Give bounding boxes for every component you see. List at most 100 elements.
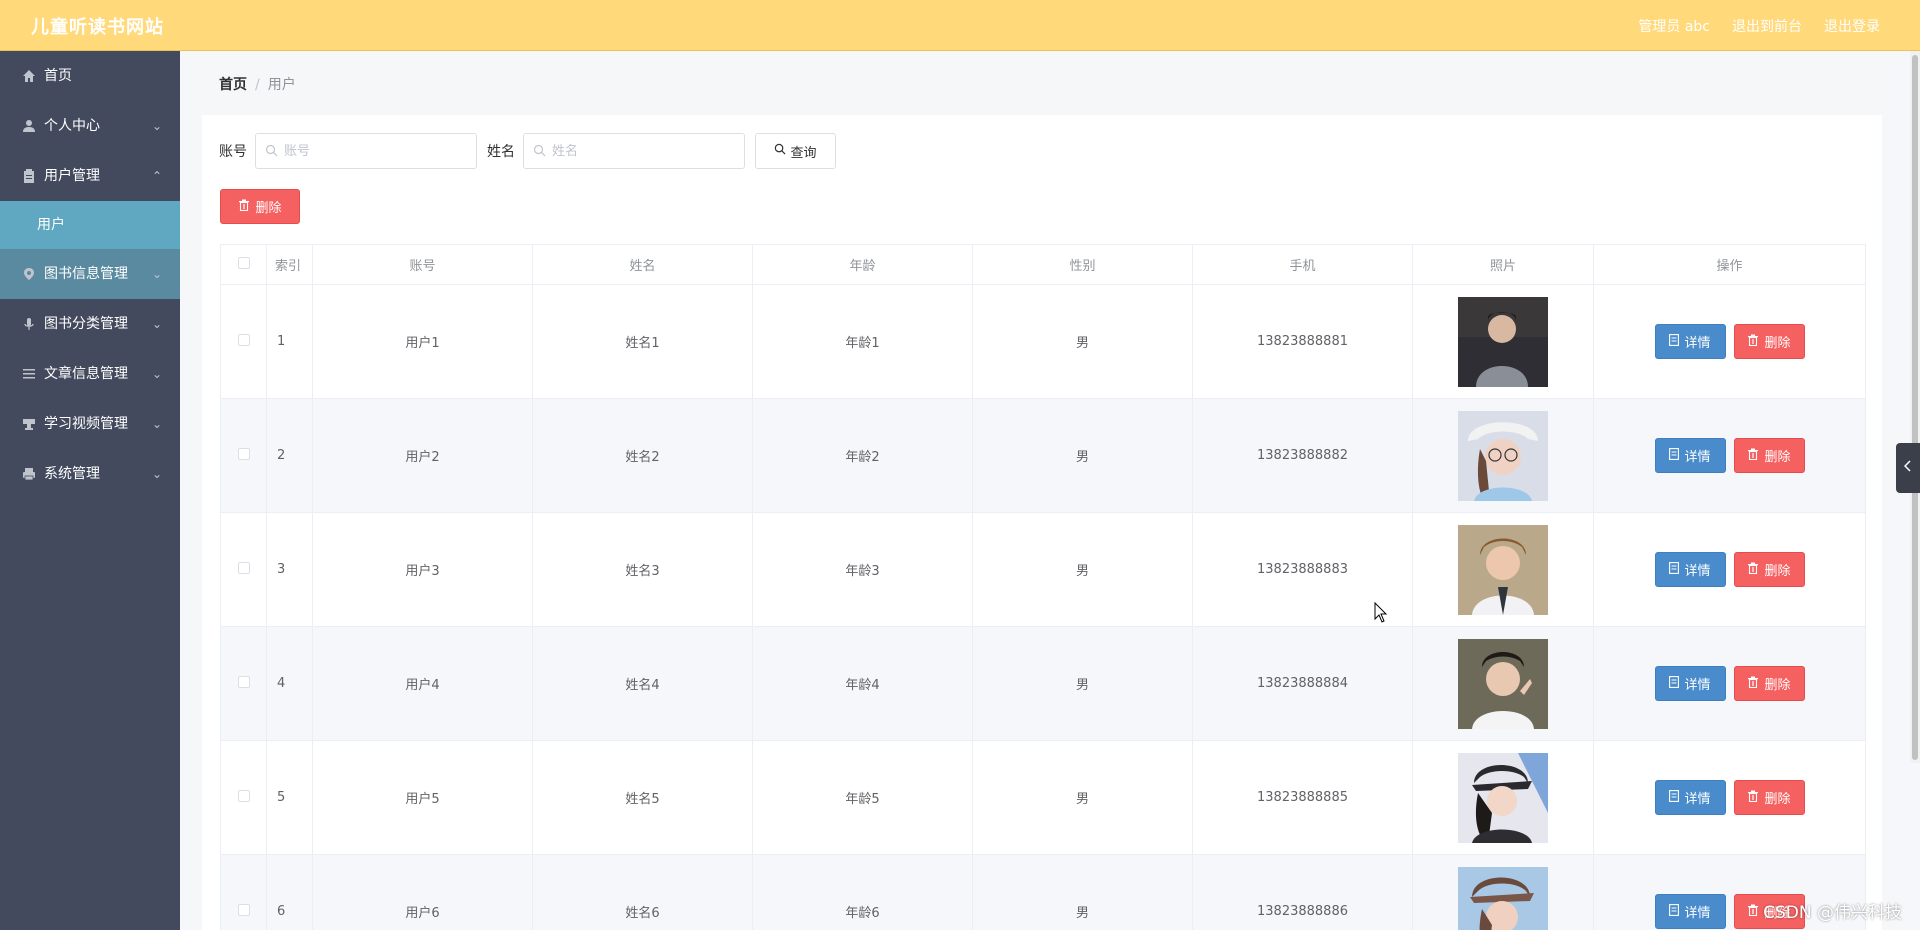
exit-to-front-link[interactable]: 退出到前台 bbox=[1732, 16, 1802, 36]
detail-button[interactable]: 详情 bbox=[1654, 666, 1726, 701]
logout-link[interactable]: 退出登录 bbox=[1824, 16, 1880, 36]
trash-icon bbox=[1747, 448, 1759, 464]
cell-name: 姓名6 bbox=[532, 854, 753, 930]
trash-icon bbox=[238, 199, 250, 215]
cell-actions: 详情 删除 bbox=[1593, 740, 1866, 855]
cell-account: 用户1 bbox=[312, 284, 533, 399]
user-photo bbox=[1458, 524, 1548, 615]
column-header: 年龄 bbox=[752, 244, 973, 285]
delete-button[interactable]: 删除 bbox=[1733, 324, 1805, 359]
sidebar-item-label: 图书分类管理 bbox=[44, 316, 128, 332]
admin-label: 管理员 abc bbox=[1638, 19, 1710, 35]
user-photo bbox=[1458, 296, 1548, 387]
row-checkbox[interactable] bbox=[237, 675, 250, 688]
detail-button-label: 详情 bbox=[1684, 450, 1711, 465]
detail-button[interactable]: 详情 bbox=[1654, 780, 1726, 815]
sidebar-item-personal-center[interactable]: 个人中心 ⌄ bbox=[0, 101, 180, 151]
document-icon bbox=[1669, 903, 1680, 920]
user-photo bbox=[1458, 638, 1548, 729]
detail-button-label: 详情 bbox=[1684, 564, 1711, 579]
cell-photo bbox=[1412, 398, 1594, 513]
cell-photo bbox=[1412, 740, 1594, 855]
chevron-left-icon bbox=[1903, 460, 1912, 476]
delete-button-label: 删除 bbox=[1764, 336, 1791, 351]
cell-account: 用户3 bbox=[312, 512, 533, 627]
delete-button[interactable]: 删除 bbox=[1733, 666, 1805, 701]
batch-delete-button[interactable]: 删除 bbox=[220, 189, 300, 224]
top-header: 儿童听读书网站 管理员 abc 退出到前台 退出登录 bbox=[0, 0, 1920, 51]
detail-button-label: 详情 bbox=[1684, 678, 1711, 693]
sidebar-item-home[interactable]: 首页 bbox=[0, 51, 180, 101]
delete-button[interactable]: 删除 bbox=[1733, 780, 1805, 815]
panel-toggle-button[interactable] bbox=[1896, 443, 1920, 493]
row-checkbox[interactable] bbox=[237, 789, 250, 802]
delete-button[interactable]: 删除 bbox=[1733, 438, 1805, 473]
cell-age: 年龄3 bbox=[752, 512, 973, 627]
search-icon bbox=[533, 144, 547, 158]
cell-account: 用户5 bbox=[312, 740, 533, 855]
cell-phone: 13823888884 bbox=[1192, 626, 1413, 741]
cell-age: 年龄4 bbox=[752, 626, 973, 741]
chevron-down-icon: ⌄ bbox=[151, 417, 162, 431]
sidebar-item-book-category[interactable]: 图书分类管理 ⌄ bbox=[0, 299, 180, 349]
table-row: 1 用户1 姓名1 年龄1 男 13823888881 详情 删除 bbox=[220, 284, 1866, 399]
document-icon bbox=[1669, 675, 1680, 692]
name-search-field[interactable] bbox=[523, 133, 745, 169]
detail-button-label: 详情 bbox=[1684, 336, 1711, 351]
account-search-field[interactable] bbox=[255, 133, 477, 169]
cell-phone: 13823888881 bbox=[1192, 284, 1413, 399]
query-button[interactable]: 查询 bbox=[755, 133, 836, 169]
sidebar-item-system[interactable]: 系统管理 ⌄ bbox=[0, 449, 180, 499]
delete-button[interactable]: 删除 bbox=[1733, 552, 1805, 587]
sidebar-item-label: 用户管理 bbox=[44, 168, 100, 184]
column-header: 账号 bbox=[312, 244, 533, 285]
detail-button[interactable]: 详情 bbox=[1654, 552, 1726, 587]
table-row: 3 用户3 姓名3 年龄3 男 13823888883 详情 删除 bbox=[220, 512, 1866, 627]
chevron-down-icon: ⌄ bbox=[151, 119, 162, 133]
table-row: 5 用户5 姓名5 年龄5 男 13823888885 详情 删除 bbox=[220, 740, 1866, 855]
cup-icon bbox=[21, 416, 37, 432]
breadcrumb-home[interactable]: 首页 bbox=[219, 77, 247, 93]
detail-button[interactable]: 详情 bbox=[1654, 324, 1726, 359]
chevron-down-icon: ⌄ bbox=[151, 267, 162, 281]
trash-icon bbox=[1747, 676, 1759, 692]
cell-photo bbox=[1412, 626, 1594, 741]
chevron-up-icon: ⌃ bbox=[151, 169, 162, 183]
name-input[interactable] bbox=[552, 142, 732, 160]
query-button-label: 查询 bbox=[790, 145, 817, 161]
sidebar: 首页 个人中心 ⌄ 用户管理 ⌃ 用户 图书信息管理 ⌄ 图书分类管理 ⌄ 文章… bbox=[0, 51, 180, 930]
select-all-checkbox[interactable] bbox=[237, 256, 250, 269]
watermark: CSDN @伟兴科技 bbox=[1763, 903, 1902, 923]
cell-index: 4 bbox=[266, 626, 313, 741]
detail-button[interactable]: 详情 bbox=[1654, 438, 1726, 473]
cell-gender: 男 bbox=[972, 740, 1193, 855]
row-checkbox[interactable] bbox=[237, 447, 250, 460]
microphone-icon bbox=[21, 316, 37, 332]
row-checkbox[interactable] bbox=[237, 333, 250, 346]
cell-index: 6 bbox=[266, 854, 313, 930]
account-input[interactable] bbox=[284, 142, 464, 160]
detail-button[interactable]: 详情 bbox=[1654, 894, 1726, 929]
scrollbar-thumb[interactable] bbox=[1912, 55, 1918, 760]
cell-index: 2 bbox=[266, 398, 313, 513]
mouse-cursor-icon bbox=[1374, 602, 1388, 623]
row-checkbox[interactable] bbox=[237, 903, 250, 916]
cell-phone: 13823888882 bbox=[1192, 398, 1413, 513]
location-icon bbox=[21, 266, 37, 282]
sidebar-item-user-management[interactable]: 用户管理 ⌃ bbox=[0, 151, 180, 201]
delete-button-label: 删除 bbox=[1764, 678, 1791, 693]
row-checkbox[interactable] bbox=[237, 561, 250, 574]
cell-age: 年龄6 bbox=[752, 854, 973, 930]
sidebar-item-book-info[interactable]: 图书信息管理 ⌄ bbox=[0, 249, 180, 299]
select-all-header bbox=[220, 244, 267, 285]
sidebar-subitem-user[interactable]: 用户 bbox=[0, 201, 180, 249]
cell-phone: 13823888885 bbox=[1192, 740, 1413, 855]
cell-actions: 详情 删除 bbox=[1593, 284, 1866, 399]
chevron-down-icon: ⌄ bbox=[151, 367, 162, 381]
sidebar-item-study-video[interactable]: 学习视频管理 ⌄ bbox=[0, 399, 180, 449]
name-label: 姓名 bbox=[487, 144, 515, 160]
trash-icon bbox=[1747, 334, 1759, 350]
user-photo bbox=[1458, 752, 1548, 843]
sidebar-item-article-info[interactable]: 文章信息管理 ⌄ bbox=[0, 349, 180, 399]
cell-age: 年龄2 bbox=[752, 398, 973, 513]
